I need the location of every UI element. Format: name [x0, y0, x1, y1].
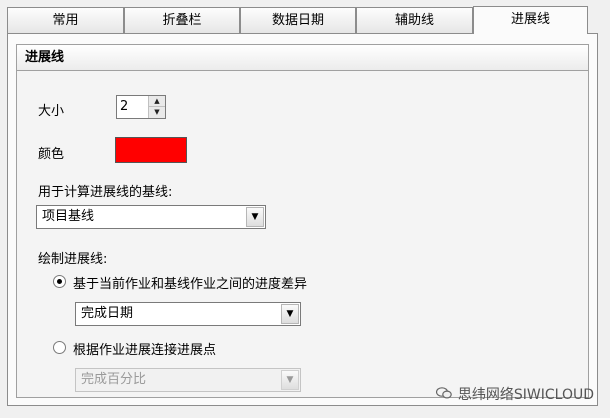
chevron-down-icon: ▼	[281, 370, 299, 390]
watermark-text: 思纬网络SIWICLOUD	[457, 387, 594, 403]
radio-schedule-diff-label: 基于当前作业和基线作业之间的进度差异	[73, 277, 308, 292]
baseline-label: 用于计算进展线的基线:	[38, 185, 173, 200]
tab-panel: 进展线 大小 2 ▲ ▼ 颜色 用于计算进展线的基线: 项目基线 ▼ 绘制进展线…	[7, 33, 598, 406]
tab-label: 折叠栏	[162, 13, 202, 28]
baseline-select-value: 项目基线	[42, 209, 95, 224]
tab-guide-line[interactable]: 辅助线	[356, 7, 473, 33]
tab-data-date[interactable]: 数据日期	[240, 7, 356, 33]
size-label: 大小	[38, 104, 65, 119]
tab-label: 进展线	[510, 12, 550, 27]
radio-progress-points[interactable]	[53, 341, 66, 354]
tab-label: 数据日期	[271, 13, 324, 28]
size-spinner[interactable]: 2 ▲ ▼	[116, 95, 166, 119]
radio-progress-points-label: 根据作业进展连接进展点	[73, 343, 217, 358]
watermark: 思纬网络SIWICLOUD	[435, 384, 594, 404]
radio-schedule-diff[interactable]	[53, 275, 66, 288]
percent-complete-select-value: 完成百分比	[81, 372, 147, 387]
finish-date-select[interactable]: 完成日期 ▼	[75, 302, 301, 326]
color-label: 颜色	[38, 147, 65, 162]
spinner-buttons: ▲ ▼	[148, 96, 165, 118]
draw-label: 绘制进展线:	[38, 252, 108, 267]
wechat-icon	[435, 387, 452, 399]
progress-line-group: 进展线 大小 2 ▲ ▼ 颜色 用于计算进展线的基线: 项目基线 ▼ 绘制进展线…	[16, 44, 589, 398]
baseline-select[interactable]: 项目基线 ▼	[36, 205, 266, 229]
tab-common[interactable]: 常用	[7, 7, 124, 33]
chevron-down-icon[interactable]: ▼	[246, 207, 264, 227]
tab-progress-line[interactable]: 进展线	[473, 6, 588, 34]
tab-label: 常用	[52, 13, 79, 28]
color-swatch[interactable]	[115, 137, 187, 163]
chevron-down-icon[interactable]: ▼	[281, 304, 299, 324]
size-value: 2	[120, 99, 129, 114]
spin-down-button[interactable]: ▼	[149, 107, 165, 118]
finish-date-select-value: 完成日期	[81, 306, 134, 321]
section-title: 进展线	[17, 45, 588, 71]
tab-folding-bar[interactable]: 折叠栏	[124, 7, 240, 33]
tab-label: 辅助线	[394, 13, 434, 28]
percent-complete-select: 完成百分比 ▼	[75, 368, 301, 392]
spin-up-button[interactable]: ▲	[149, 96, 165, 107]
